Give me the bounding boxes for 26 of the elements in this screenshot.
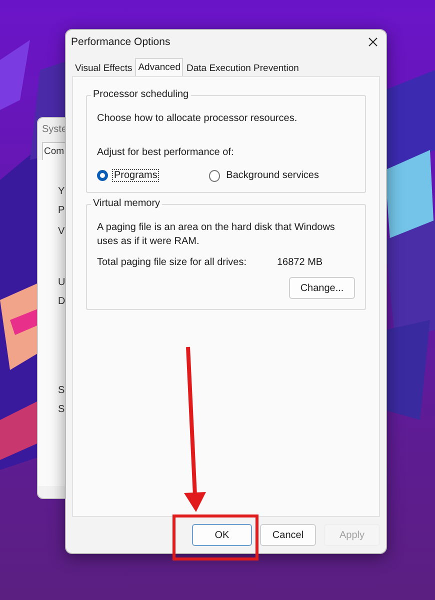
- ok-button[interactable]: OK: [192, 524, 252, 546]
- change-button[interactable]: Change...: [289, 277, 355, 299]
- tab[interactable]: Data Execution Prevention: [183, 60, 302, 76]
- group-heading: Virtual memory: [91, 198, 162, 209]
- tab[interactable]: Advanced: [135, 58, 184, 76]
- label: S: [58, 385, 66, 396]
- description: Choose how to allocate processor resources.: [97, 112, 298, 126]
- label: Y: [58, 186, 66, 197]
- radio-label[interactable]: Programs: [112, 169, 160, 182]
- tab[interactable]: Visual Effects: [72, 60, 136, 76]
- window-title: Performance Options: [71, 36, 170, 48]
- size-label: Total paging file size for all drives:: [97, 257, 248, 268]
- label: U: [58, 277, 66, 288]
- cancel-button[interactable]: Cancel: [260, 524, 316, 546]
- close-icon[interactable]: [368, 37, 378, 47]
- description: A paging file is an area on the hard disk that Windows uses as if it were RAM.: [97, 221, 336, 249]
- label: D: [58, 296, 66, 307]
- radio-label[interactable]: Background services: [224, 169, 321, 182]
- radio-button[interactable]: [209, 170, 220, 182]
- size-value: 16872 MB: [277, 257, 323, 268]
- group-heading: Processor scheduling: [91, 89, 191, 100]
- label: V: [58, 226, 66, 237]
- prompt: Adjust for best performance of:: [97, 146, 235, 160]
- radio-button[interactable]: [97, 170, 108, 181]
- label: P: [58, 205, 66, 216]
- label: S: [58, 404, 66, 415]
